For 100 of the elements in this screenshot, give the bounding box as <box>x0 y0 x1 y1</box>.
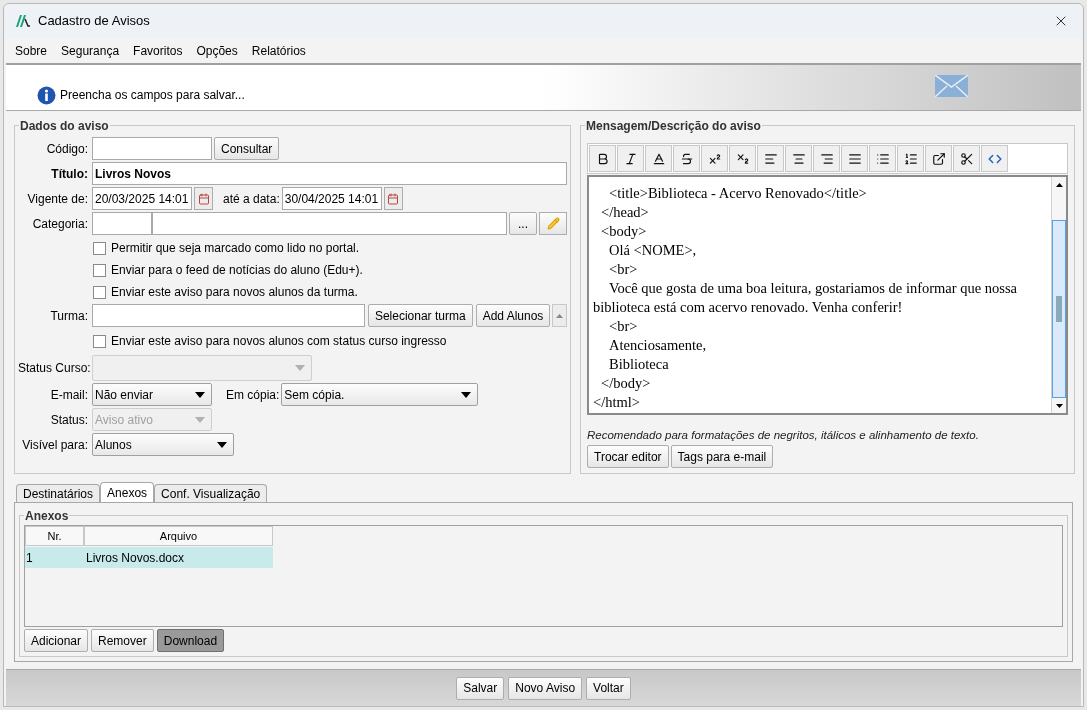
calendar-button[interactable] <box>383 187 403 210</box>
scroll-up-icon <box>1055 182 1063 187</box>
bullet-list-icon <box>875 151 890 166</box>
info-icon <box>37 86 56 105</box>
tab[interactable]: Anexos <box>100 482 155 502</box>
editor-line: </html> <box>592 393 641 412</box>
toolbar-button[interactable] <box>729 145 756 172</box>
category-code-field[interactable] <box>92 212 152 235</box>
editor-line: <br> <box>608 317 639 336</box>
align-left-icon <box>763 151 778 166</box>
checkbox-label: Permitir que seja marcado como lido no portal. <box>111 240 360 257</box>
editor-line: Você que gosta de uma boa leitura, gostariamos de informar que nossa biblioteca está com acervo renovado. Venha conferir! <box>592 279 1019 317</box>
menu-item[interactable]: Relatórios <box>251 41 306 60</box>
category-field[interactable] <box>152 212 507 235</box>
envelope-icon <box>935 75 968 97</box>
column-header[interactable]: Arquivo <box>84 526 273 546</box>
toolbar-button[interactable] <box>897 145 924 172</box>
field-label: até a data: <box>223 190 280 208</box>
field-label: Visível para: <box>21 436 89 454</box>
checkbox[interactable] <box>93 334 106 348</box>
toolbar-button[interactable] <box>785 145 812 172</box>
toolbar-button[interactable] <box>953 145 980 172</box>
editor-line: Atenciosamente, <box>608 336 708 355</box>
class-field[interactable] <box>92 304 365 327</box>
calendar-icon <box>197 192 210 205</box>
editor-line: </head> <box>600 203 650 222</box>
scrollbar[interactable] <box>1051 177 1066 413</box>
editor-line: <body> <box>600 222 648 241</box>
tab[interactable]: Destinatários <box>16 484 101 502</box>
dropdown-arrow-icon <box>217 441 227 448</box>
italic-icon <box>623 151 638 166</box>
editor-button[interactable]: Tags para e-mail <box>670 445 774 469</box>
browse-button[interactable]: ... <box>509 212 537 235</box>
footer-button[interactable]: Novo Aviso <box>508 676 583 700</box>
scissors-icon <box>959 151 974 166</box>
field-label: Categoria: <box>31 215 89 233</box>
attachment-button[interactable]: Download <box>156 629 225 652</box>
tab[interactable]: Conf. Visualização <box>154 484 268 502</box>
toolbar-button[interactable] <box>673 145 700 172</box>
title-field[interactable]: Livros Novos <box>92 162 567 185</box>
align-center-icon <box>791 151 806 166</box>
toolbar-button[interactable] <box>925 145 952 172</box>
footer-button[interactable]: Salvar <box>456 676 505 700</box>
menu-item[interactable]: Segurança <box>61 41 120 60</box>
toolbar-button[interactable] <box>757 145 784 172</box>
scroll-up-button[interactable] <box>552 304 567 327</box>
editor-line: Olá <NOME>, <box>608 241 698 260</box>
field-label: Status: <box>49 411 89 429</box>
toolbar-button[interactable] <box>701 145 728 172</box>
external-link-icon <box>931 151 946 166</box>
checkbox[interactable] <box>93 241 106 255</box>
toolbar-button[interactable] <box>813 145 840 172</box>
dropdown-arrow-icon <box>461 391 472 398</box>
field-label: Título: <box>50 165 89 183</box>
date-field[interactable]: 30/04/2025 14:01 <box>281 187 382 210</box>
dropdown[interactable]: Alunos <box>92 433 234 456</box>
scroll-down-icon <box>1055 403 1063 408</box>
menu-item[interactable]: Favoritos <box>133 41 183 60</box>
dropdown[interactable]: Não enviar <box>92 383 212 406</box>
editor-line: <br> <box>608 260 639 279</box>
dropdown[interactable]: Sem cópia. <box>281 383 479 406</box>
table-row[interactable]: 1 Livros Novos.docx <box>25 547 273 568</box>
checkbox[interactable] <box>93 285 106 299</box>
toolbar-button[interactable] <box>589 145 616 172</box>
checkbox[interactable] <box>93 263 106 277</box>
attachment-button[interactable]: Adicionar <box>24 629 89 652</box>
editor-line: </body> <box>600 374 652 393</box>
attachment-button[interactable]: Remover <box>91 629 154 652</box>
code-field[interactable] <box>92 137 212 160</box>
menu-item[interactable]: Sobre <box>15 41 48 60</box>
toolbar-button[interactable] <box>841 145 868 172</box>
scroll-up-icon <box>556 313 564 318</box>
info-message: Preencha os campos para salvar... <box>60 87 245 104</box>
footer-button[interactable]: Voltar <box>586 676 631 700</box>
checkbox-label: Enviar este aviso para novos alunos da turma. <box>111 284 358 301</box>
checkbox-label: Enviar este aviso para novos alunos com status curso ingresso <box>111 333 447 350</box>
toolbar-button[interactable] <box>617 145 644 172</box>
window-title: Cadastro de Avisos <box>38 12 150 31</box>
date-field[interactable]: 20/03/2025 14:01 <box>92 187 192 210</box>
add-students-button[interactable]: Add Alunos <box>475 304 551 327</box>
consult-button[interactable]: Consultar <box>214 137 280 160</box>
field-label: Vigente de: <box>26 190 89 208</box>
column-header[interactable]: Nr. <box>25 526 84 546</box>
field-label: E-mail: <box>49 386 89 404</box>
numbered-list-icon <box>903 151 918 166</box>
calendar-icon <box>387 192 400 205</box>
dropdown-arrow-icon <box>195 391 205 398</box>
editor-line: Biblioteca <box>608 355 670 374</box>
select-class-button[interactable]: Selecionar turma <box>367 304 473 327</box>
table-cell-text: Livros Novos.docx <box>85 549 186 567</box>
superscript-icon <box>707 151 722 166</box>
editor-button[interactable]: Trocar editor <box>587 445 669 469</box>
calendar-button[interactable] <box>194 187 213 210</box>
field-label: Status Curso: <box>18 360 90 377</box>
toolbar-button[interactable] <box>645 145 672 172</box>
checkbox-label: Enviar para o feed de notícias do aluno (Edu+). <box>111 262 363 279</box>
subscript-icon <box>735 151 750 166</box>
menu-item[interactable]: Opções <box>196 41 238 60</box>
dropdown-arrow-icon <box>295 365 305 371</box>
table-cell-text: 1 <box>25 549 34 567</box>
